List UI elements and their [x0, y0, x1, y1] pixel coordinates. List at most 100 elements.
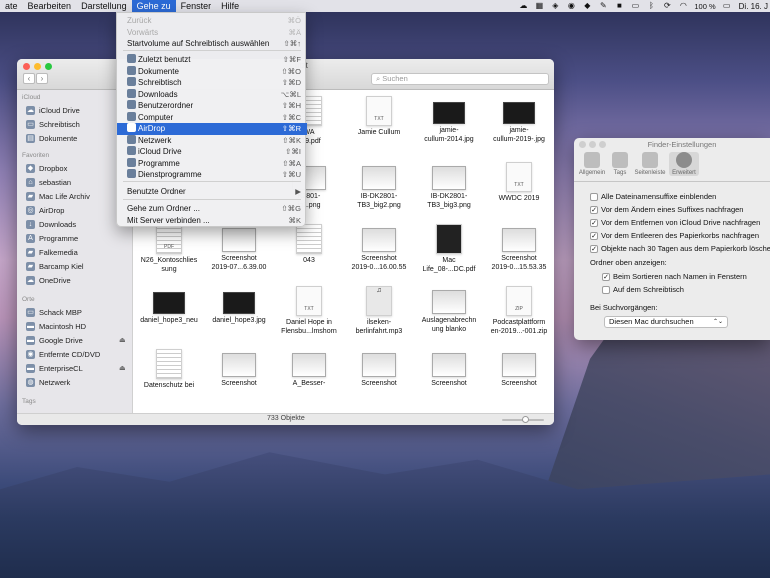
menu-item-computer[interactable]: Computer ⇧⌘C	[117, 111, 307, 124]
bluetooth-icon[interactable]: ᛒ	[643, 0, 659, 12]
file-item[interactable]: jamie- cullum-2019-.jpg	[484, 96, 554, 144]
checkbox-remove-trash-30[interactable]: ✓ Objekte nach 30 Tagen aus dem Papierkor…	[590, 243, 770, 254]
menu-item-benutzerordner[interactable]: Benutzerordner ⇧⌘H	[117, 100, 307, 112]
sidebar-item-programme[interactable]: A Programme	[26, 232, 78, 244]
back-button[interactable]: ‹	[23, 73, 35, 84]
checkbox-show-extensions[interactable]: Alle Dateinamensuffixe einblenden	[590, 191, 716, 202]
sidebar-item-barcamp-kiel[interactable]: ▰ Barcamp Kiel	[26, 260, 84, 272]
menu-item-benutzte-ordner[interactable]: Benutzte Ordner ▶	[117, 186, 307, 198]
sidebar-item-schack-mbp[interactable]: ▭ Schack MBP	[26, 306, 82, 318]
zoom-button[interactable]	[45, 63, 52, 70]
grid-icon[interactable]: ▦	[531, 0, 547, 12]
sidebar-item-netzwerk[interactable]: ◍ Netzwerk	[26, 376, 70, 388]
file-item[interactable]: TXT WWDC 2019	[484, 162, 554, 204]
file-item[interactable]: Screenshot	[344, 349, 414, 389]
search-field[interactable]: ⌕ Suchen	[371, 73, 549, 85]
forward-button[interactable]: ›	[36, 73, 48, 84]
cloud-icon[interactable]: ☁	[515, 0, 531, 12]
file-item[interactable]: Screenshot 2019-0...15.53.35	[484, 224, 554, 272]
battery-icon[interactable]: ▭	[719, 0, 735, 12]
sidebar-item-entfernte-cd[interactable]: ◉ Entfernte CD/DVD	[26, 348, 100, 360]
file-item[interactable]: Screenshot	[204, 349, 274, 389]
file-item[interactable]: ♫ ilseken- berlinfahrt.mp3	[344, 286, 414, 336]
file-item[interactable]: Screenshot 2019-07...6.39.00	[204, 224, 274, 272]
file-item[interactable]: daniel_hope3.jpg	[204, 286, 274, 326]
airplay-icon[interactable]: ▭	[627, 0, 643, 12]
file-item[interactable]: Datenschutz bei	[134, 349, 204, 391]
menu-item-mit-server-verbinden[interactable]: Mit Server verbinden ... ⌘K	[117, 215, 307, 227]
tab-allgemein[interactable]: Allgemein	[577, 152, 607, 176]
file-item[interactable]: jamie- cullum-2014.jpg	[414, 96, 484, 144]
checkmark-icon[interactable]: ✓	[590, 231, 598, 240]
file-item[interactable]: TXT Jamie Cullum	[344, 96, 414, 138]
eject-icon[interactable]: ⏏	[119, 336, 126, 344]
checkbox-warn-extension[interactable]: ✓ Vor dem Ändern eines Suffixes nachfrage…	[590, 204, 743, 215]
sidebar-item-dropbox[interactable]: ◆ Dropbox	[26, 162, 67, 174]
clock[interactable]: Di. 16. J	[735, 2, 770, 11]
menu-darstellung[interactable]: Darstellung	[76, 0, 132, 12]
menu-item-icloud-drive[interactable]: iCloud Drive ⇧⌘I	[117, 146, 307, 158]
search-scope-popup[interactable]: Diesen Mac durchsuchen ⌃⌄	[604, 316, 728, 328]
checkbox-warn-trash[interactable]: ✓ Vor dem Entleeren des Papierkorbs nachf…	[590, 230, 759, 241]
checkmark-icon[interactable]: ✓	[590, 205, 598, 214]
tab-seitenleiste[interactable]: Seitenleiste	[633, 152, 667, 176]
checkmark-icon[interactable]: ✓	[602, 272, 610, 281]
pencil-icon[interactable]: ✎	[595, 0, 611, 12]
tab-tags[interactable]: Tags	[605, 152, 635, 176]
close-button[interactable]	[23, 63, 30, 70]
file-item[interactable]: Screenshot 2019-0...16.00.55	[344, 224, 414, 272]
menu-fenster[interactable]: Fenster	[176, 0, 217, 12]
checkbox-box[interactable]	[590, 192, 598, 201]
file-item[interactable]: A_Besser-	[274, 349, 344, 389]
sidebar-item-mac-life-archiv[interactable]: ▰ Mac Life Archiv	[26, 190, 90, 202]
sidebar-item-onedrive[interactable]: ☁ OneDrive	[26, 274, 71, 286]
sidebar-item-icloud-drive[interactable]: ☁ iCloud Drive	[26, 104, 80, 116]
sidebar-item-downloads[interactable]: ↓ Downloads	[26, 218, 76, 230]
menu-item-gehe-zum-ordner[interactable]: Gehe zum Ordner ... ⇧⌘G	[117, 203, 307, 215]
sidebar-item-dokumente[interactable]: ▤ Dokumente	[26, 132, 77, 144]
sync-icon[interactable]: ⟳	[659, 0, 675, 12]
menu-item-netzwerk[interactable]: Netzwerk ⇧⌘K	[117, 134, 307, 147]
tab-erweitert[interactable]: Erweitert	[669, 152, 699, 176]
sidebar-item-falkemedia[interactable]: ▰ Falkemedia	[26, 246, 78, 258]
menu-item-zuletzt-benutzt[interactable]: Zuletzt benutzt ⇧⌘F	[117, 54, 307, 66]
camera-icon[interactable]: ◉	[563, 0, 579, 12]
menu-item-dienstprogramme[interactable]: Dienstprogramme ⇧⌘U	[117, 169, 307, 181]
file-item[interactable]: Mac Life_08-...DC.pdf	[414, 224, 484, 274]
wifi-icon[interactable]: ◠	[675, 0, 691, 12]
checkmark-icon[interactable]: ✓	[590, 244, 598, 253]
sidebar-item-macintosh-hd[interactable]: ▬ Macintosh HD	[26, 320, 86, 332]
file-item[interactable]: 043	[274, 224, 344, 266]
file-item[interactable]: ZIP Podcastplattform en-2019...-001.zip	[484, 286, 554, 336]
slider-knob[interactable]	[522, 416, 529, 423]
checkmark-icon[interactable]: ✓	[590, 218, 598, 227]
file-item[interactable]: TXT Daniel Hope in Flensbu...lmshorn	[274, 286, 344, 336]
menu-ablage[interactable]: ate	[0, 0, 23, 12]
sidebar-item-airdrop[interactable]: ◎ AirDrop	[26, 204, 64, 216]
checkbox-folders-desktop[interactable]: Auf dem Schreibtisch	[602, 284, 684, 295]
file-item[interactable]: IB-DK2801- TB3_big2.png	[344, 162, 414, 210]
shield-icon[interactable]: ◈	[547, 0, 563, 12]
menu-gehe-zu[interactable]: Gehe zu	[131, 0, 176, 12]
file-item[interactable]: IB-DK2801- TB3_big3.png	[414, 162, 484, 210]
menu-item-dokumente[interactable]: Dokumente ⇧⌘O	[117, 65, 307, 78]
menu-item-startvolume-auf-schreibtisch-auswählen[interactable]: Startvolume auf Schreibtisch auswählen ⇧⌘…	[117, 38, 307, 50]
stop-icon[interactable]: ■	[611, 0, 627, 12]
file-item[interactable]: Auslagenabrechn ung blanko	[414, 286, 484, 334]
menu-item-programme[interactable]: Programme ⇧⌘A	[117, 157, 307, 170]
minimize-button[interactable]	[34, 63, 41, 70]
eject-icon[interactable]: ⏏	[119, 364, 126, 372]
file-item[interactable]: Screenshot	[414, 349, 484, 389]
sidebar-item-google-drive[interactable]: ▬ Google Drive	[26, 334, 83, 346]
file-item[interactable]: PDF N26_Kontoschlies sung	[134, 224, 204, 274]
checkbox-warn-icloud[interactable]: ✓ Vor dem Entfernen von iCloud Drive nach…	[590, 217, 760, 228]
file-item[interactable]: Screenshot	[484, 349, 554, 389]
menu-bearbeiten[interactable]: Bearbeiten	[23, 0, 77, 12]
checkbox-folders-windows[interactable]: ✓ Beim Sortieren nach Namen in Fenstern	[602, 271, 747, 282]
sidebar-item-schreibtisch[interactable]: ▭ Schreibtisch	[26, 118, 80, 130]
menu-hilfe[interactable]: Hilfe	[216, 0, 244, 12]
menu-item-downloads[interactable]: Downloads ⌥⌘L	[117, 88, 307, 101]
file-item[interactable]: daniel_hope3_neu	[134, 286, 204, 326]
menu-item-airdrop[interactable]: AirDrop ⇧⌘R	[117, 123, 307, 135]
menu-item-schreibtisch[interactable]: Schreibtisch ⇧⌘D	[117, 77, 307, 89]
